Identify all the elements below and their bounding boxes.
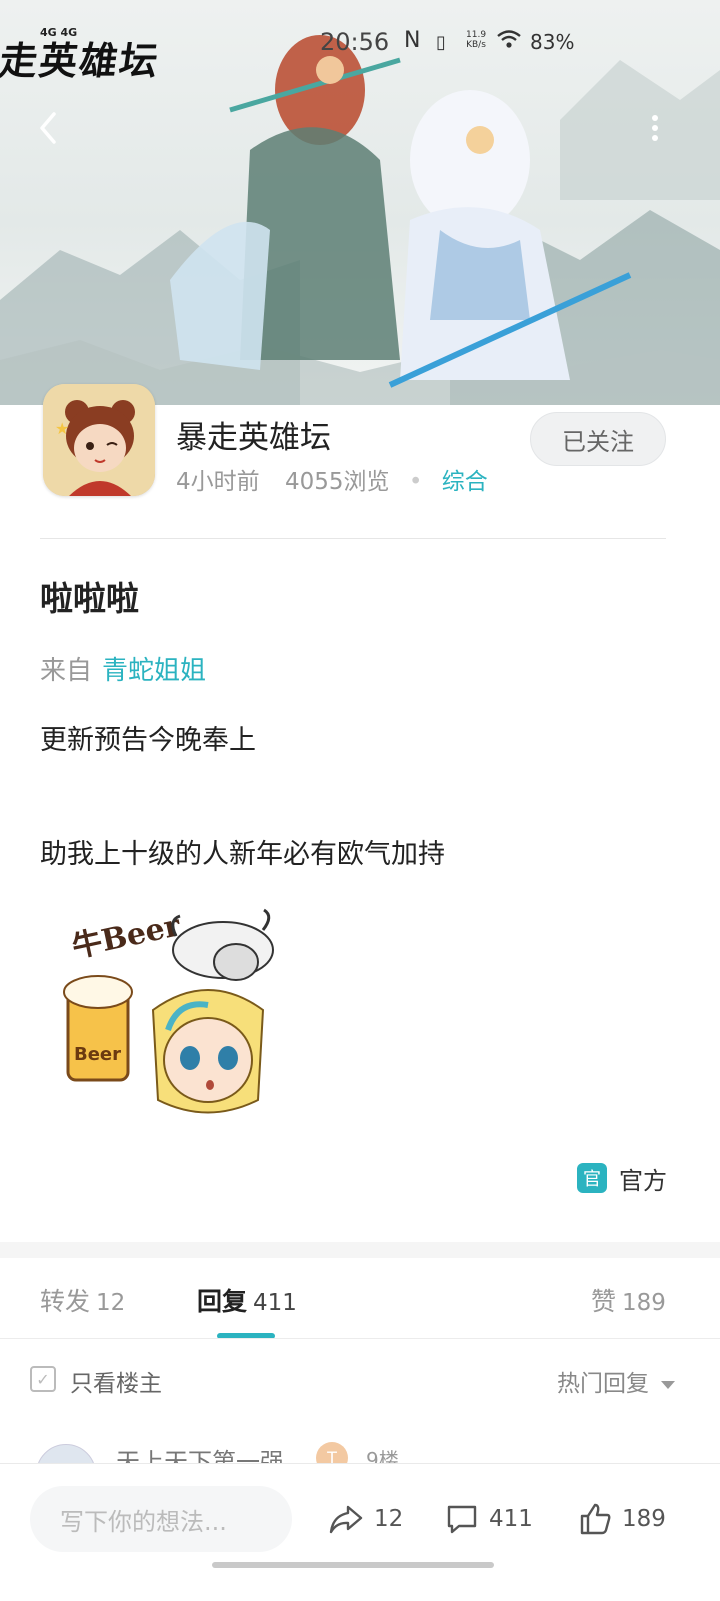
post-body-line: 助我上十级的人新年必有欧气加持 [40,839,445,870]
tab-reply[interactable]: 回复 411 [197,1282,297,1318]
svg-text:★: ★ [55,419,69,438]
post-meta: 4小时前 4055浏览 • 综合 [176,462,488,496]
reply-floor: 9楼 [366,1448,399,1464]
tab-like[interactable]: 赞 189 [591,1282,666,1318]
thumbs-up-icon [580,1503,611,1535]
category-link[interactable]: 综合 [442,469,488,495]
tab-like-label: 赞 [591,1287,617,1316]
battery-level: 83% [530,30,575,54]
meta-separator: • [408,469,423,495]
like-button[interactable]: 189 [578,1496,666,1542]
sticker-text: 牛Beer [69,908,184,965]
official-badge-icon: 官 [577,1163,607,1193]
section-gap [0,1242,720,1258]
tab-forward-label: 转发 [40,1287,91,1316]
author-name[interactable]: 暴走英雄坛 [176,412,331,457]
checkmark-icon: ✓ [36,1369,50,1389]
post-body-line: 更新预告今晚奉上 [40,725,256,756]
share-button[interactable]: 12 [328,1496,403,1542]
view-count: 4055浏览 [284,469,390,495]
follow-button[interactable]: 已关注 [530,412,666,466]
sort-dropdown[interactable]: 热门回复 [557,1364,675,1398]
reply-author-name[interactable]: 天上天下第一强 [116,1442,284,1464]
divider [40,538,666,539]
post-source: 来自 青蛇姐姐 [40,650,206,687]
network-speed: 11.9 KB/s [466,30,487,50]
reply-avatar[interactable] [36,1444,96,1464]
reply-item[interactable]: 天上天下第一强 T 9楼 [0,1438,720,1464]
tab-reply-label: 回复 [197,1287,248,1316]
only-op-label[interactable]: 只看楼主 [70,1364,162,1398]
source-user-link[interactable]: 青蛇姐姐 [102,656,206,686]
official-tag: 官 官方 [577,1162,667,1195]
sort-label: 热门回复 [557,1371,649,1397]
back-button[interactable] [30,108,70,148]
tab-forward[interactable]: 转发 12 [40,1282,125,1318]
more-button[interactable] [640,108,670,148]
vibrate-icon: ▯ [436,32,446,53]
post-sticker-image[interactable]: 牛Beer Beer [58,900,288,1125]
signal-icon: 4G 4G [40,26,78,39]
post-title: 啦啦啦 [40,579,139,618]
more-vertical-icon [652,115,658,141]
avatar-character-icon: ★ [43,384,155,496]
comment-input[interactable]: 写下你的想法... [30,1486,292,1552]
nfc-icon: N [404,28,421,53]
comment-count: 411 [489,1506,533,1532]
source-prefix: 来自 [40,656,93,686]
sticker-mug-text: Beer [74,1044,121,1065]
share-icon [329,1505,363,1534]
official-label: 官方 [619,1166,667,1195]
tab-like-count: 189 [622,1290,666,1316]
tab-reply-count: 411 [253,1290,297,1316]
chevron-left-icon [40,112,56,144]
like-count: 189 [622,1506,666,1532]
bottom-action-bar: 写下你的想法... 12 411 189 [0,1463,720,1601]
comment-icon [447,1505,477,1534]
comment-button[interactable]: 411 [445,1496,533,1542]
only-op-checkbox[interactable]: ✓ [30,1366,56,1392]
author-avatar[interactable]: ★ [43,384,155,496]
wifi-icon [496,28,522,55]
header-banner: 走英雄坛 4G 4G 20:56 N ▯ 11.9 KB/s 83% [0,0,720,405]
tab-forward-count: 12 [96,1290,126,1316]
status-time: 20:56 [320,28,390,56]
caret-down-icon [661,1380,675,1389]
status-bar: 4G 4G 20:56 N ▯ 11.9 KB/s 83% [0,24,720,64]
share-count: 12 [374,1506,404,1532]
divider [0,1338,720,1339]
post-time: 4小时前 [176,469,260,495]
home-indicator[interactable] [212,1562,494,1568]
level-badge: T [316,1442,348,1464]
